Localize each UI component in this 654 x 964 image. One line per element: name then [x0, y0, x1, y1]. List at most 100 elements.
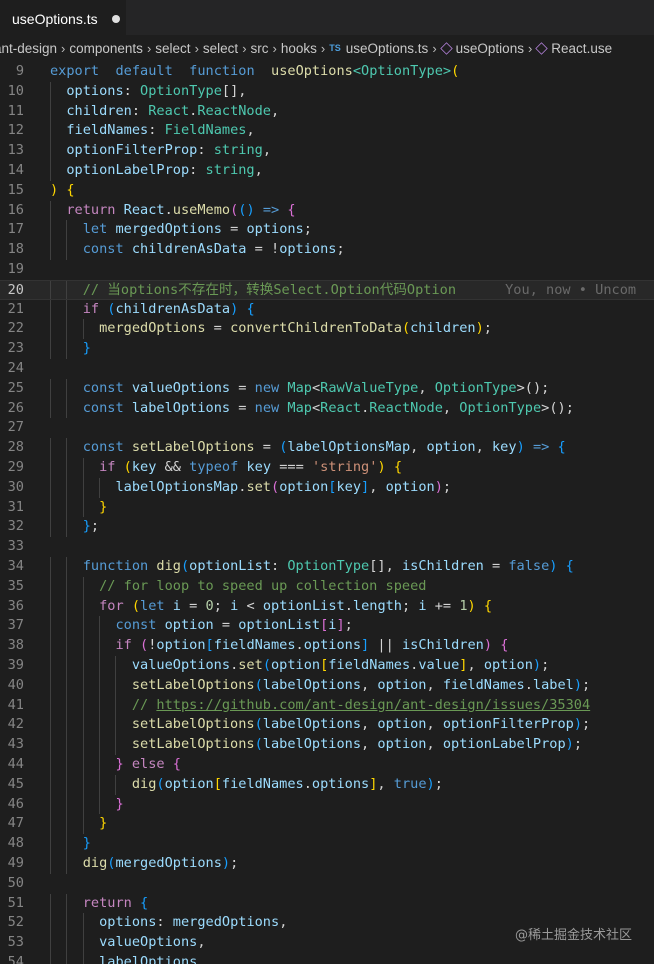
- code-line[interactable]: 13 optionFilterProp: string,: [0, 141, 654, 161]
- breadcrumb-label: hooks: [280, 40, 317, 56]
- code-line[interactable]: 22 mergedOptions = convertChildrenToData…: [0, 319, 654, 340]
- code-line[interactable]: 24: [0, 359, 654, 379]
- code-line[interactable]: 49 dig(mergedOptions);: [0, 854, 654, 874]
- code-line[interactable]: 21 if (childrenAsData) {: [0, 299, 654, 320]
- code-line[interactable]: 14 optionLabelProp: string,: [0, 161, 654, 181]
- code-line[interactable]: 37 const option = optionList[i];: [0, 616, 654, 637]
- line-number: 38: [7, 637, 24, 654]
- indent-guide: [66, 497, 68, 518]
- code-line[interactable]: 40 setLabelOptions(labelOptions, option,…: [0, 675, 654, 696]
- indent-guide: [50, 834, 51, 854]
- code-text: // 当options不存在时，转换Select.Option代码Option …: [50, 281, 637, 298]
- code-line[interactable]: 43 setLabelOptions(labelOptions, option,…: [0, 735, 654, 755]
- indent-guide: [82, 814, 84, 835]
- line-number: 37: [7, 617, 24, 634]
- code-text: export default function useOptions<Optio…: [50, 63, 460, 79]
- indent-guide: [66, 755, 68, 775]
- breadcrumb-item[interactable]: React.use: [535, 41, 612, 56]
- code-line[interactable]: 39 valueOptions.set(option[fieldNames.va…: [0, 656, 654, 676]
- code-line[interactable]: 32 };: [0, 517, 654, 538]
- indent-guide: [50, 81, 51, 102]
- chevron-right-icon: ›: [146, 40, 152, 56]
- indent-guide: [82, 933, 84, 953]
- indent-guide: [99, 636, 101, 656]
- indent-guide: [50, 477, 51, 498]
- indent-guide: [50, 101, 51, 122]
- breadcrumb-item[interactable]: useOptions: [439, 41, 524, 56]
- indent-guide: [66, 576, 68, 597]
- line-number: 11: [7, 102, 24, 119]
- code-line[interactable]: 31 }: [0, 497, 654, 518]
- breadcrumb-item[interactable]: components: [69, 41, 143, 56]
- indent-guide: [99, 695, 101, 716]
- indent-guide: [50, 616, 51, 637]
- code-line[interactable]: 17 let mergedOptions = options;: [0, 220, 654, 241]
- line-number: 19: [7, 261, 24, 277]
- code-line[interactable]: 35 // for loop to speed up collection sp…: [0, 576, 654, 597]
- line-number: 49: [7, 855, 24, 871]
- code-line[interactable]: 45 dig(option[fieldNames.options], true)…: [0, 774, 654, 795]
- code-editor[interactable]: 9 export default function useOptions<Opti…: [0, 59, 654, 964]
- indent-guide: [50, 299, 51, 320]
- code-line[interactable]: 28 const setLabelOptions = (labelOptions…: [0, 438, 654, 458]
- breadcrumb-label: useOptions.ts: [345, 40, 429, 56]
- code-line[interactable]: 27: [0, 418, 654, 438]
- indent-guide: [50, 953, 51, 964]
- code-line[interactable]: 42 setLabelOptions(labelOptions, option,…: [0, 715, 654, 736]
- breadcrumb: ant-design › components › select › select › src ›…: [0, 37, 648, 59]
- code-line[interactable]: 10 options: OptionType[],: [0, 81, 654, 102]
- indent-guide: [66, 240, 68, 260]
- breadcrumb-item[interactable]: ant-design: [0, 41, 57, 56]
- breadcrumb-item[interactable]: src: [251, 41, 269, 56]
- code-line[interactable]: 51 return {: [0, 893, 654, 914]
- code-line[interactable]: 23 }: [0, 339, 654, 359]
- code-line[interactable]: 18 const childrenAsData = !options;: [0, 240, 654, 260]
- code-text: }: [50, 498, 108, 515]
- code-line[interactable]: 20 // 当options不存在时，转换Select.Option代码Opti…: [0, 279, 654, 300]
- code-line[interactable]: 36 for (let i = 0; i < optionList.length…: [0, 596, 654, 617]
- indent-guide: [50, 240, 51, 260]
- code-line[interactable]: 34 function dig(optionList: OptionType[]…: [0, 557, 654, 577]
- indent-guide: [66, 438, 68, 458]
- code-line[interactable]: 38 if (!option[fieldNames.options] || is…: [0, 636, 654, 656]
- code-line[interactable]: 41 // https://github.com/ant-design/ant-…: [0, 695, 654, 716]
- breadcrumb-item[interactable]: select: [203, 41, 238, 56]
- code-line[interactable]: 44 } else {: [0, 755, 654, 775]
- code-line[interactable]: 25 const valueOptions = new Map<RawValue…: [0, 378, 654, 399]
- indent-guide: [50, 121, 51, 142]
- breadcrumb-item[interactable]: TS useOptions.ts: [329, 41, 428, 56]
- code-line[interactable]: 16 return React.useMemo(() => {: [0, 200, 654, 221]
- indent-guide: [66, 814, 68, 835]
- code-line[interactable]: 29 if (key && typeof key === 'string') {: [0, 458, 654, 478]
- code-text: return {: [50, 894, 149, 911]
- indent-guide: [82, 596, 84, 617]
- indent-guide: [66, 280, 68, 299]
- indent-guide: [66, 774, 68, 795]
- indent-guide: [82, 774, 84, 795]
- code-line[interactable]: 46 }: [0, 794, 654, 815]
- code-line[interactable]: 47 }: [0, 814, 654, 835]
- unsaved-dot-icon[interactable]: [111, 14, 120, 23]
- code-text: setLabelOptions(labelOptions, option, op…: [50, 736, 583, 753]
- code-line[interactable]: 50: [0, 874, 654, 894]
- code-line[interactable]: 19: [0, 260, 654, 280]
- code-line[interactable]: 26 const labelOptions = new Map<React.Re…: [0, 398, 654, 419]
- code-line[interactable]: 15) {: [0, 181, 654, 201]
- indent-guide: [50, 596, 51, 617]
- code-line[interactable]: 12 fieldNames: FieldNames,: [0, 121, 654, 142]
- code-text: labelOptionsMap.set(option[key], option)…: [50, 478, 452, 495]
- line-number: 9: [15, 63, 24, 79]
- breadcrumb-item[interactable]: select: [155, 41, 190, 56]
- code-line[interactable]: 11 children: React.ReactNode,: [0, 101, 654, 122]
- indent-guide: [82, 755, 84, 775]
- breadcrumb-item[interactable]: hooks: [281, 41, 317, 56]
- code-line[interactable]: 54 labelOptions: [0, 953, 654, 964]
- tab-useoptions[interactable]: useOptions.ts: [0, 0, 126, 36]
- code-line[interactable]: 30 labelOptionsMap.set(option[key], opti…: [0, 477, 654, 498]
- line-number: 15: [7, 181, 24, 198]
- line-number: 50: [7, 874, 24, 891]
- code-line[interactable]: 9 export default function useOptions<Opti…: [0, 62, 654, 82]
- indent-guide: [99, 774, 101, 795]
- code-line[interactable]: 33: [0, 537, 654, 557]
- code-line[interactable]: 48 }: [0, 834, 654, 854]
